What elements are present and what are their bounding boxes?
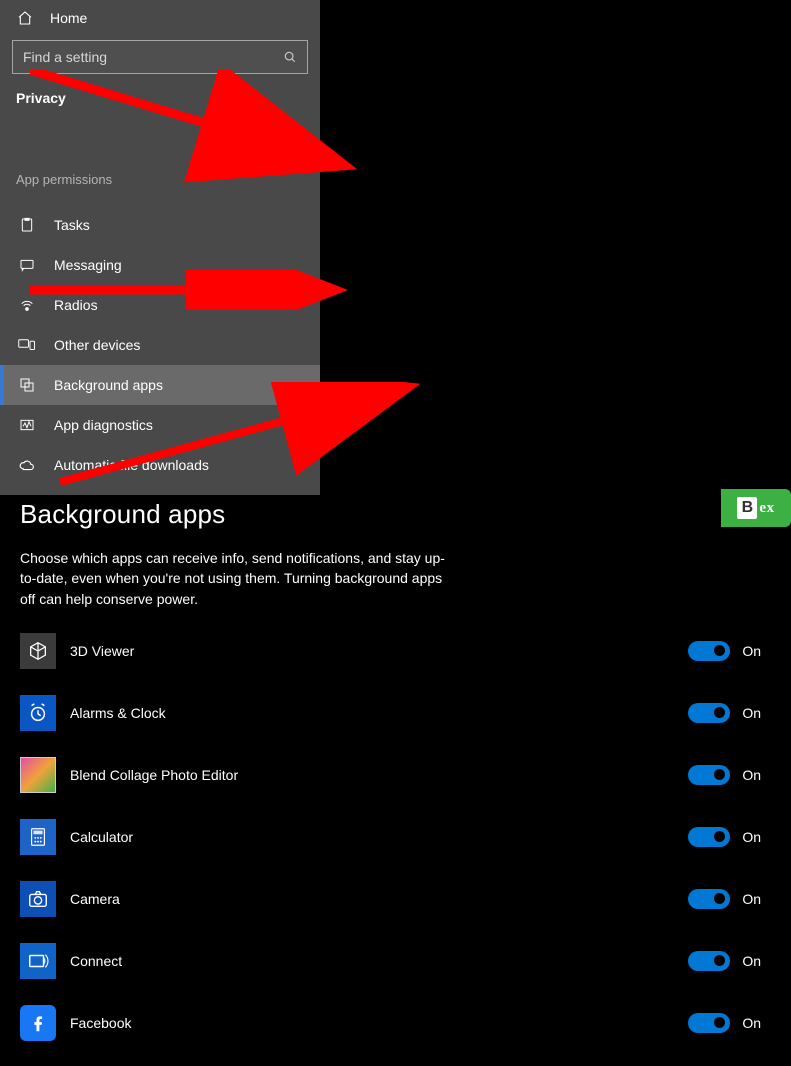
search-input[interactable]: Find a setting — [12, 40, 308, 74]
app-name-label: Camera — [70, 891, 688, 907]
toggle-state-label: On — [742, 767, 761, 783]
nav-list: Tasks Messaging Radios Other devices Bac… — [0, 205, 320, 485]
watermark: Bex — [721, 489, 791, 527]
sidebar-item-radios[interactable]: Radios — [0, 285, 320, 325]
home-label: Home — [50, 10, 87, 26]
sidebar-item-tasks[interactable]: Tasks — [0, 205, 320, 245]
radios-icon — [18, 297, 36, 313]
app-row: Facebook On — [20, 1005, 771, 1041]
app-row: 3D Viewer On — [20, 633, 771, 669]
sidebar-item-label: Radios — [54, 297, 98, 313]
section-title: Privacy — [0, 90, 320, 106]
sidebar-item-background-apps[interactable]: Background apps — [0, 365, 320, 405]
app-name-label: Facebook — [70, 1015, 688, 1031]
app-row: Connect On — [20, 943, 771, 979]
app-icon — [20, 757, 56, 793]
toggle-state-label: On — [742, 829, 761, 845]
sidebar-item-label: App diagnostics — [54, 417, 153, 433]
app-toggle[interactable] — [688, 827, 730, 847]
background-apps-icon — [18, 377, 36, 393]
page-description: Choose which apps can receive info, send… — [20, 548, 460, 609]
app-icon — [20, 943, 56, 979]
app-icon — [20, 633, 56, 669]
app-toggle[interactable] — [688, 703, 730, 723]
app-toggle[interactable] — [688, 765, 730, 785]
sidebar-item-messaging[interactable]: Messaging — [0, 245, 320, 285]
app-row: Alarms & Clock On — [20, 695, 771, 731]
cloud-icon — [18, 458, 36, 472]
app-icon — [20, 881, 56, 917]
app-icon — [20, 1005, 56, 1041]
app-list: 3D ViewerOnAlarms & ClockOnBlend Collage… — [20, 633, 771, 1041]
toggle-state-label: On — [742, 705, 761, 721]
messaging-icon — [18, 257, 36, 273]
other-devices-icon — [18, 338, 36, 352]
app-name-label: Connect — [70, 953, 688, 969]
home-icon — [16, 10, 34, 26]
app-name-label: Alarms & Clock — [70, 705, 688, 721]
toggle-state-label: On — [742, 953, 761, 969]
app-icon — [20, 695, 56, 731]
toggle-state-label: On — [742, 643, 761, 659]
app-name-label: 3D Viewer — [70, 643, 688, 659]
sidebar-item-label: Messaging — [54, 257, 122, 273]
tasks-icon — [18, 217, 36, 233]
app-permissions-heading: App permissions — [0, 172, 320, 187]
app-toggle[interactable] — [688, 951, 730, 971]
sidebar-item-label: Background apps — [54, 377, 163, 393]
toggle-state-label: On — [742, 891, 761, 907]
app-toggle[interactable] — [688, 889, 730, 909]
app-row: Blend Collage Photo Editor On — [20, 757, 771, 793]
sidebar-item-label: Other devices — [54, 337, 140, 353]
app-row: Camera On — [20, 881, 771, 917]
diagnostics-icon — [18, 417, 36, 433]
app-toggle[interactable] — [688, 1013, 730, 1033]
search-placeholder: Find a setting — [23, 49, 107, 65]
sidebar-item-automatic-downloads[interactable]: Automatic file downloads — [0, 445, 320, 485]
sidebar-item-other-devices[interactable]: Other devices — [0, 325, 320, 365]
app-toggle[interactable] — [688, 641, 730, 661]
search-icon — [283, 50, 297, 64]
sidebar: Home Find a setting Privacy App permissi… — [0, 0, 320, 495]
page-title: Background apps — [20, 499, 771, 530]
app-name-label: Calculator — [70, 829, 688, 845]
sidebar-item-label: Tasks — [54, 217, 90, 233]
app-icon — [20, 819, 56, 855]
sidebar-item-label: Automatic file downloads — [54, 457, 209, 473]
toggle-state-label: On — [742, 1015, 761, 1031]
sidebar-item-app-diagnostics[interactable]: App diagnostics — [0, 405, 320, 445]
app-name-label: Blend Collage Photo Editor — [70, 767, 688, 783]
home-row[interactable]: Home — [0, 6, 320, 40]
main-panel: Background apps Choose which apps can re… — [0, 495, 791, 1066]
app-row: Calculator On — [20, 819, 771, 855]
